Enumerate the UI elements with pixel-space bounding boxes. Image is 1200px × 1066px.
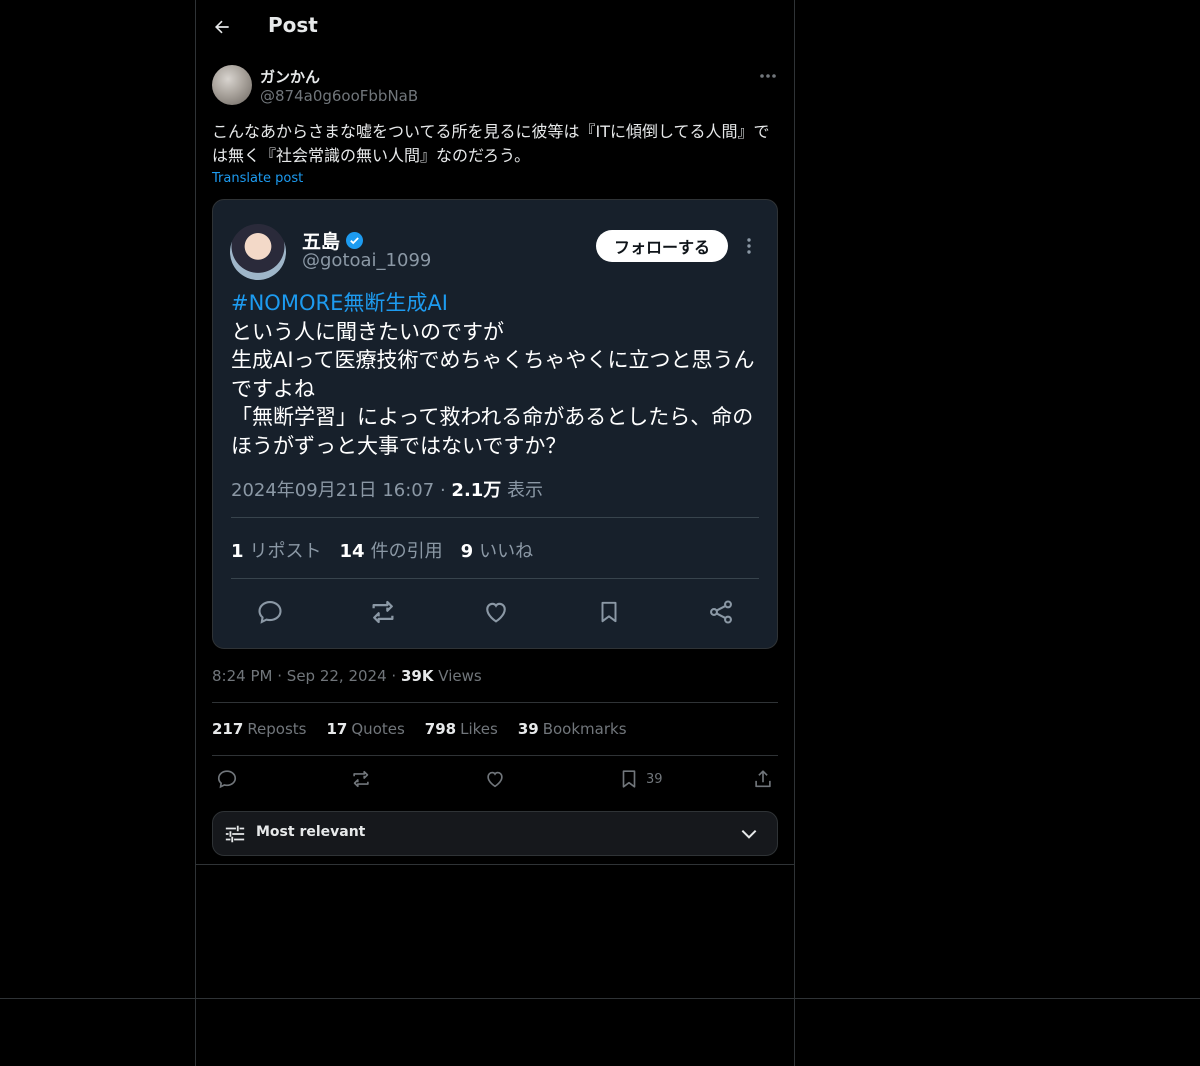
embedded-timestamp: 2024年09月21日 16:07 [231, 480, 435, 501]
embedded-actions [213, 592, 777, 632]
back-arrow-icon [215, 20, 229, 34]
post-image[interactable]: 五島 @gotoai_1099 フォローする #NOMORE無断生成AI という… [212, 199, 778, 649]
author-handle[interactable]: @874a0g6ooFbbNaB [260, 87, 418, 105]
reposts-stat[interactable]: 217 Reposts [212, 720, 307, 738]
embedded-divider [231, 517, 759, 518]
bookmark-count: 39 [646, 771, 663, 787]
embedded-more-icon [741, 234, 757, 258]
reply-sort-dropdown[interactable]: Most relevant [212, 811, 778, 856]
meta-separator: · [277, 667, 283, 685]
more-icon [760, 74, 776, 78]
embedded-separator: · [439, 480, 446, 501]
bookmark-icon [622, 770, 636, 788]
meta-separator: · [391, 667, 397, 685]
divider [212, 702, 778, 703]
views-count: 39K [400, 667, 434, 685]
share-button[interactable] [752, 764, 774, 794]
author-avatar[interactable] [212, 65, 252, 105]
post-meta: 8:24 PM · Sep 22, 2024 · 39K Views [212, 667, 482, 685]
reply-icon [217, 770, 237, 789]
reply-button[interactable] [216, 764, 238, 794]
divider [212, 755, 778, 756]
embedded-line: という人に聞きたいのですが [231, 319, 504, 344]
embedded-like-icon [476, 592, 516, 632]
column-border-left [195, 0, 196, 1066]
like-button[interactable] [484, 764, 506, 794]
section-divider [196, 864, 794, 865]
post-time[interactable]: 8:24 PM [212, 667, 272, 685]
page-title: Post [268, 13, 318, 37]
embedded-reposts: 1 リポスト [231, 541, 322, 562]
page-divider [0, 998, 1200, 999]
embedded-quotes: 14 件の引用 [339, 541, 443, 562]
embedded-reply-icon [250, 592, 290, 632]
embedded-stats: 1 リポスト 14 件の引用 9 いいね [231, 537, 533, 563]
sort-icon [225, 825, 245, 843]
back-button[interactable] [208, 13, 236, 41]
bookmarks-stat[interactable]: 39 Bookmarks [518, 720, 627, 738]
embedded-line: 生成AIって医療技術でめちゃくちゃやくに立つと思うんですよね [231, 348, 755, 401]
bookmark-button[interactable]: 39 [618, 764, 663, 794]
more-options-button[interactable] [756, 64, 780, 88]
sort-label: Most relevant [256, 824, 366, 840]
embedded-divider [231, 578, 759, 579]
embedded-text: #NOMORE無断生成AI という人に聞きたいのですが 生成AIって医療技術でめ… [231, 289, 766, 460]
embedded-hashtag: #NOMORE無断生成AI [231, 291, 448, 315]
like-icon [487, 771, 503, 788]
embedded-views-count: 2.1万 [451, 480, 502, 501]
embedded-meta: 2024年09月21日 16:07 · 2.1万 表示 [231, 476, 543, 502]
views-label: Views [438, 667, 482, 685]
column-border-right [794, 0, 795, 1066]
repost-button[interactable] [350, 764, 372, 794]
post-date[interactable]: Sep 22, 2024 [287, 667, 387, 685]
action-bar: 39 [212, 764, 778, 794]
embedded-line: 「無断学習」によって救われる命があるとしたら、命のほうがずっと大事ではないですか… [231, 405, 754, 458]
quotes-stat[interactable]: 17 Quotes [327, 720, 405, 738]
chevron-down-icon [741, 829, 757, 839]
engagement-stats: 217 Reposts 17 Quotes 798 Likes 39 Bookmarks [212, 720, 627, 738]
repost-icon [353, 770, 369, 788]
embedded-bookmark-icon [589, 592, 629, 632]
embedded-handle: @gotoai_1099 [302, 250, 432, 271]
embedded-follow-button: フォローする [596, 230, 728, 262]
embedded-share-icon [701, 592, 741, 632]
translate-post-link[interactable]: Translate post [212, 171, 303, 186]
embedded-views-label: 表示 [507, 480, 544, 501]
embedded-likes: 9 いいね [460, 541, 534, 562]
likes-stat[interactable]: 798 Likes [425, 720, 498, 738]
verified-icon [346, 232, 364, 249]
author-name[interactable]: ガンかん [260, 66, 320, 87]
embedded-repost-icon [363, 592, 403, 632]
post-text: こんなあからさまな嘘をついてる所を見るに彼等は『ITに傾倒してる人間』では無く『… [212, 122, 770, 165]
embedded-avatar [230, 224, 286, 280]
share-icon [755, 770, 771, 788]
